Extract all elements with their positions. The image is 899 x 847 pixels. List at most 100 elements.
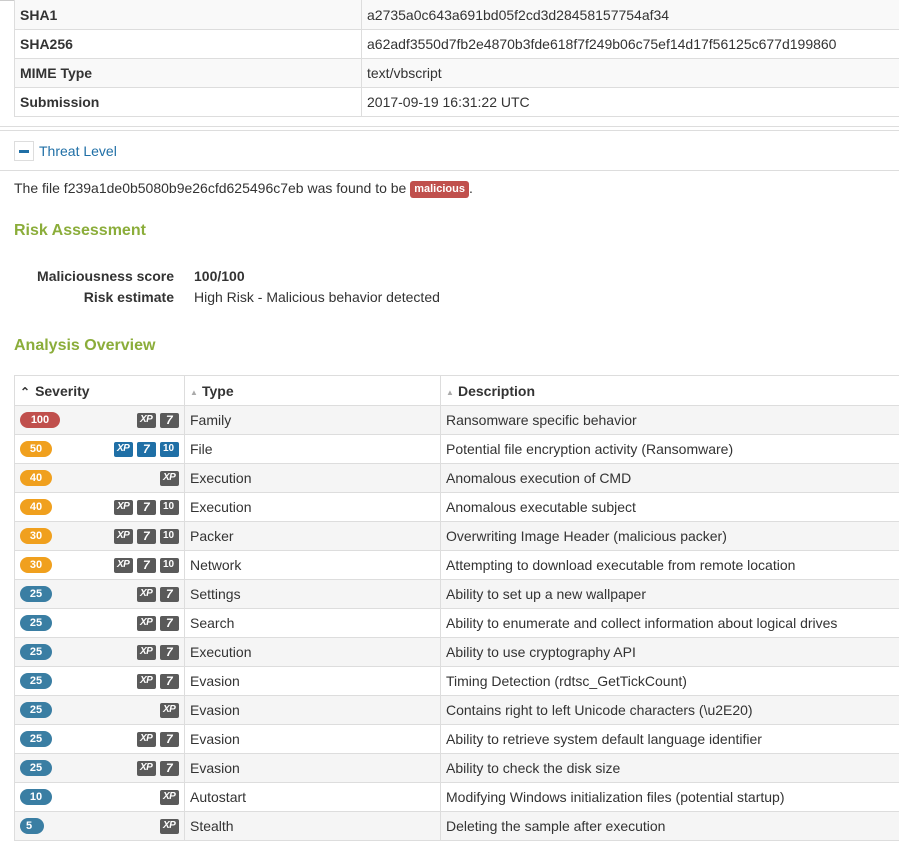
windows-7-icon bbox=[160, 412, 179, 428]
section-divider bbox=[0, 126, 899, 127]
windows-xp-icon bbox=[114, 557, 133, 573]
table-row[interactable]: 50 FilePotential file encryption activity… bbox=[14, 434, 899, 464]
table-row[interactable]: 10 AutostartModifying Windows initializat… bbox=[14, 782, 899, 812]
severity-cell: 40 bbox=[14, 492, 185, 522]
windows-xp-icon bbox=[137, 673, 156, 689]
os-icons bbox=[160, 470, 179, 486]
risk-value: High Risk - Malicious behavior detected bbox=[194, 288, 440, 305]
windows-xp-icon bbox=[137, 412, 156, 428]
windows-7-icon bbox=[160, 673, 179, 689]
severity-cell: 25 bbox=[14, 724, 185, 754]
table-row[interactable]: 25 SettingsAbility to set up a new wallpa… bbox=[14, 579, 899, 609]
windows-xp-icon bbox=[137, 760, 156, 776]
windows-7-icon bbox=[137, 528, 156, 544]
table-row[interactable]: 100 FamilyRansomware specific behavior bbox=[14, 405, 899, 435]
malicious-badge: malicious bbox=[410, 181, 469, 198]
description-cell: Modifying Windows initialization files (… bbox=[440, 782, 899, 812]
type-column-header[interactable]: ▲ Type bbox=[184, 375, 441, 406]
windows-10-icon bbox=[160, 528, 179, 544]
windows-xp-icon bbox=[114, 528, 133, 544]
os-icons bbox=[137, 644, 179, 660]
analysis-table: ⌃ Severity ▲ Type ▲ Description 100 FamilyRa… bbox=[14, 375, 899, 841]
type-cell: Stealth bbox=[184, 811, 441, 841]
windows-7-icon bbox=[160, 760, 179, 776]
verdict-prefix: The file f239a1de0b5080b9e26cfd625496c7e… bbox=[14, 180, 407, 196]
description-column-header[interactable]: ▲ Description bbox=[440, 375, 899, 406]
description-cell: Ability to use cryptography API bbox=[440, 637, 899, 667]
windows-xp-icon bbox=[160, 702, 179, 718]
file-info-value: a2735a0c643a691bd05f2cd3d28458157754af34 bbox=[361, 0, 899, 30]
threat-level-link[interactable]: Threat Level bbox=[39, 143, 117, 159]
risk-label: Maliciousness score bbox=[37, 267, 174, 284]
severity-cell: 25 bbox=[14, 579, 185, 609]
os-icons bbox=[114, 528, 179, 544]
risk-label: Risk estimate bbox=[83, 288, 174, 305]
file-info-key: MIME Type bbox=[14, 58, 362, 88]
table-row[interactable]: 25 SearchAbility to enumerate and collect… bbox=[14, 608, 899, 638]
os-icons bbox=[160, 818, 179, 834]
table-row[interactable]: 5 StealthDeleting the sample after execut… bbox=[14, 811, 899, 841]
analysis-overview-heading: Analysis Overview bbox=[14, 337, 156, 354]
severity-badge: 40 bbox=[20, 499, 52, 515]
table-row[interactable]: 25 EvasionTiming Detection (rdtsc_GetTick… bbox=[14, 666, 899, 696]
windows-xp-icon bbox=[160, 818, 179, 834]
table-row[interactable]: 40 ExecutionAnomalous executable subject bbox=[14, 492, 899, 522]
os-icons bbox=[137, 760, 179, 776]
severity-badge: 50 bbox=[20, 441, 52, 457]
file-info-row: Submission 2017-09-19 16:31:22 UTC bbox=[14, 87, 899, 117]
os-icons bbox=[160, 789, 179, 805]
severity-badge: 25 bbox=[20, 702, 52, 718]
description-cell: Potential file encryption activity (Rans… bbox=[440, 434, 899, 464]
windows-7-icon bbox=[137, 557, 156, 573]
file-info-row: SHA256 a62adf3550d7fb2e4870b3fde618f7f24… bbox=[14, 29, 899, 59]
windows-xp-icon bbox=[114, 499, 133, 515]
type-cell: File bbox=[184, 434, 441, 464]
risk-value: 100/100 bbox=[194, 267, 245, 284]
type-cell: Autostart bbox=[184, 782, 441, 812]
file-info-key: SHA1 bbox=[14, 0, 362, 30]
windows-7-icon bbox=[137, 441, 156, 457]
os-icons bbox=[137, 731, 179, 747]
severity-badge: 25 bbox=[20, 760, 52, 776]
os-icons bbox=[114, 499, 179, 515]
os-icons bbox=[137, 673, 179, 689]
type-cell: Family bbox=[184, 405, 441, 435]
collapse-icon[interactable] bbox=[14, 141, 34, 161]
table-row[interactable]: 30 NetworkAttempting to download executab… bbox=[14, 550, 899, 580]
severity-cell: 25 bbox=[14, 608, 185, 638]
threat-level-toggle[interactable]: Threat Level bbox=[14, 139, 117, 163]
type-cell: Execution bbox=[184, 463, 441, 493]
severity-badge: 30 bbox=[20, 557, 52, 573]
severity-column-header[interactable]: ⌃ Severity bbox=[14, 375, 185, 406]
table-row[interactable]: 25 ExecutionAbility to use cryptography A… bbox=[14, 637, 899, 667]
table-row[interactable]: 30 PackerOverwriting Image Header (malici… bbox=[14, 521, 899, 551]
sort-icon: ▲ bbox=[446, 387, 454, 397]
severity-badge: 5 bbox=[20, 818, 44, 834]
description-cell: Anomalous executable subject bbox=[440, 492, 899, 522]
os-icons bbox=[137, 615, 179, 631]
os-icons bbox=[137, 412, 179, 428]
windows-xp-icon bbox=[160, 470, 179, 486]
windows-xp-icon bbox=[137, 586, 156, 602]
analysis-body: 100 FamilyRansomware specific behavior 50 F… bbox=[14, 405, 899, 841]
table-row[interactable]: 25 EvasionAbility to retrieve system defa… bbox=[14, 724, 899, 754]
file-info-value: 2017-09-19 16:31:22 UTC bbox=[361, 87, 899, 117]
sort-icon: ▲ bbox=[190, 387, 198, 397]
risk-row: Maliciousness score 100/100 bbox=[14, 265, 440, 286]
windows-xp-icon bbox=[137, 615, 156, 631]
description-cell: Ransomware specific behavior bbox=[440, 405, 899, 435]
table-row[interactable]: 25 EvasionContains right to left Unicode … bbox=[14, 695, 899, 725]
type-cell: Execution bbox=[184, 637, 441, 667]
table-row[interactable]: 40 ExecutionAnomalous execution of CMD bbox=[14, 463, 899, 493]
file-info-key: Submission bbox=[14, 87, 362, 117]
severity-cell: 40 bbox=[14, 463, 185, 493]
table-row[interactable]: 25 EvasionAbility to check the disk size bbox=[14, 753, 899, 783]
type-header-label: Type bbox=[202, 382, 234, 399]
os-icons bbox=[160, 702, 179, 718]
description-cell: Timing Detection (rdtsc_GetTickCount) bbox=[440, 666, 899, 696]
type-cell: Packer bbox=[184, 521, 441, 551]
type-cell: Evasion bbox=[184, 724, 441, 754]
type-cell: Evasion bbox=[184, 695, 441, 725]
description-header-label: Description bbox=[458, 382, 536, 399]
severity-cell: 25 bbox=[14, 637, 185, 667]
